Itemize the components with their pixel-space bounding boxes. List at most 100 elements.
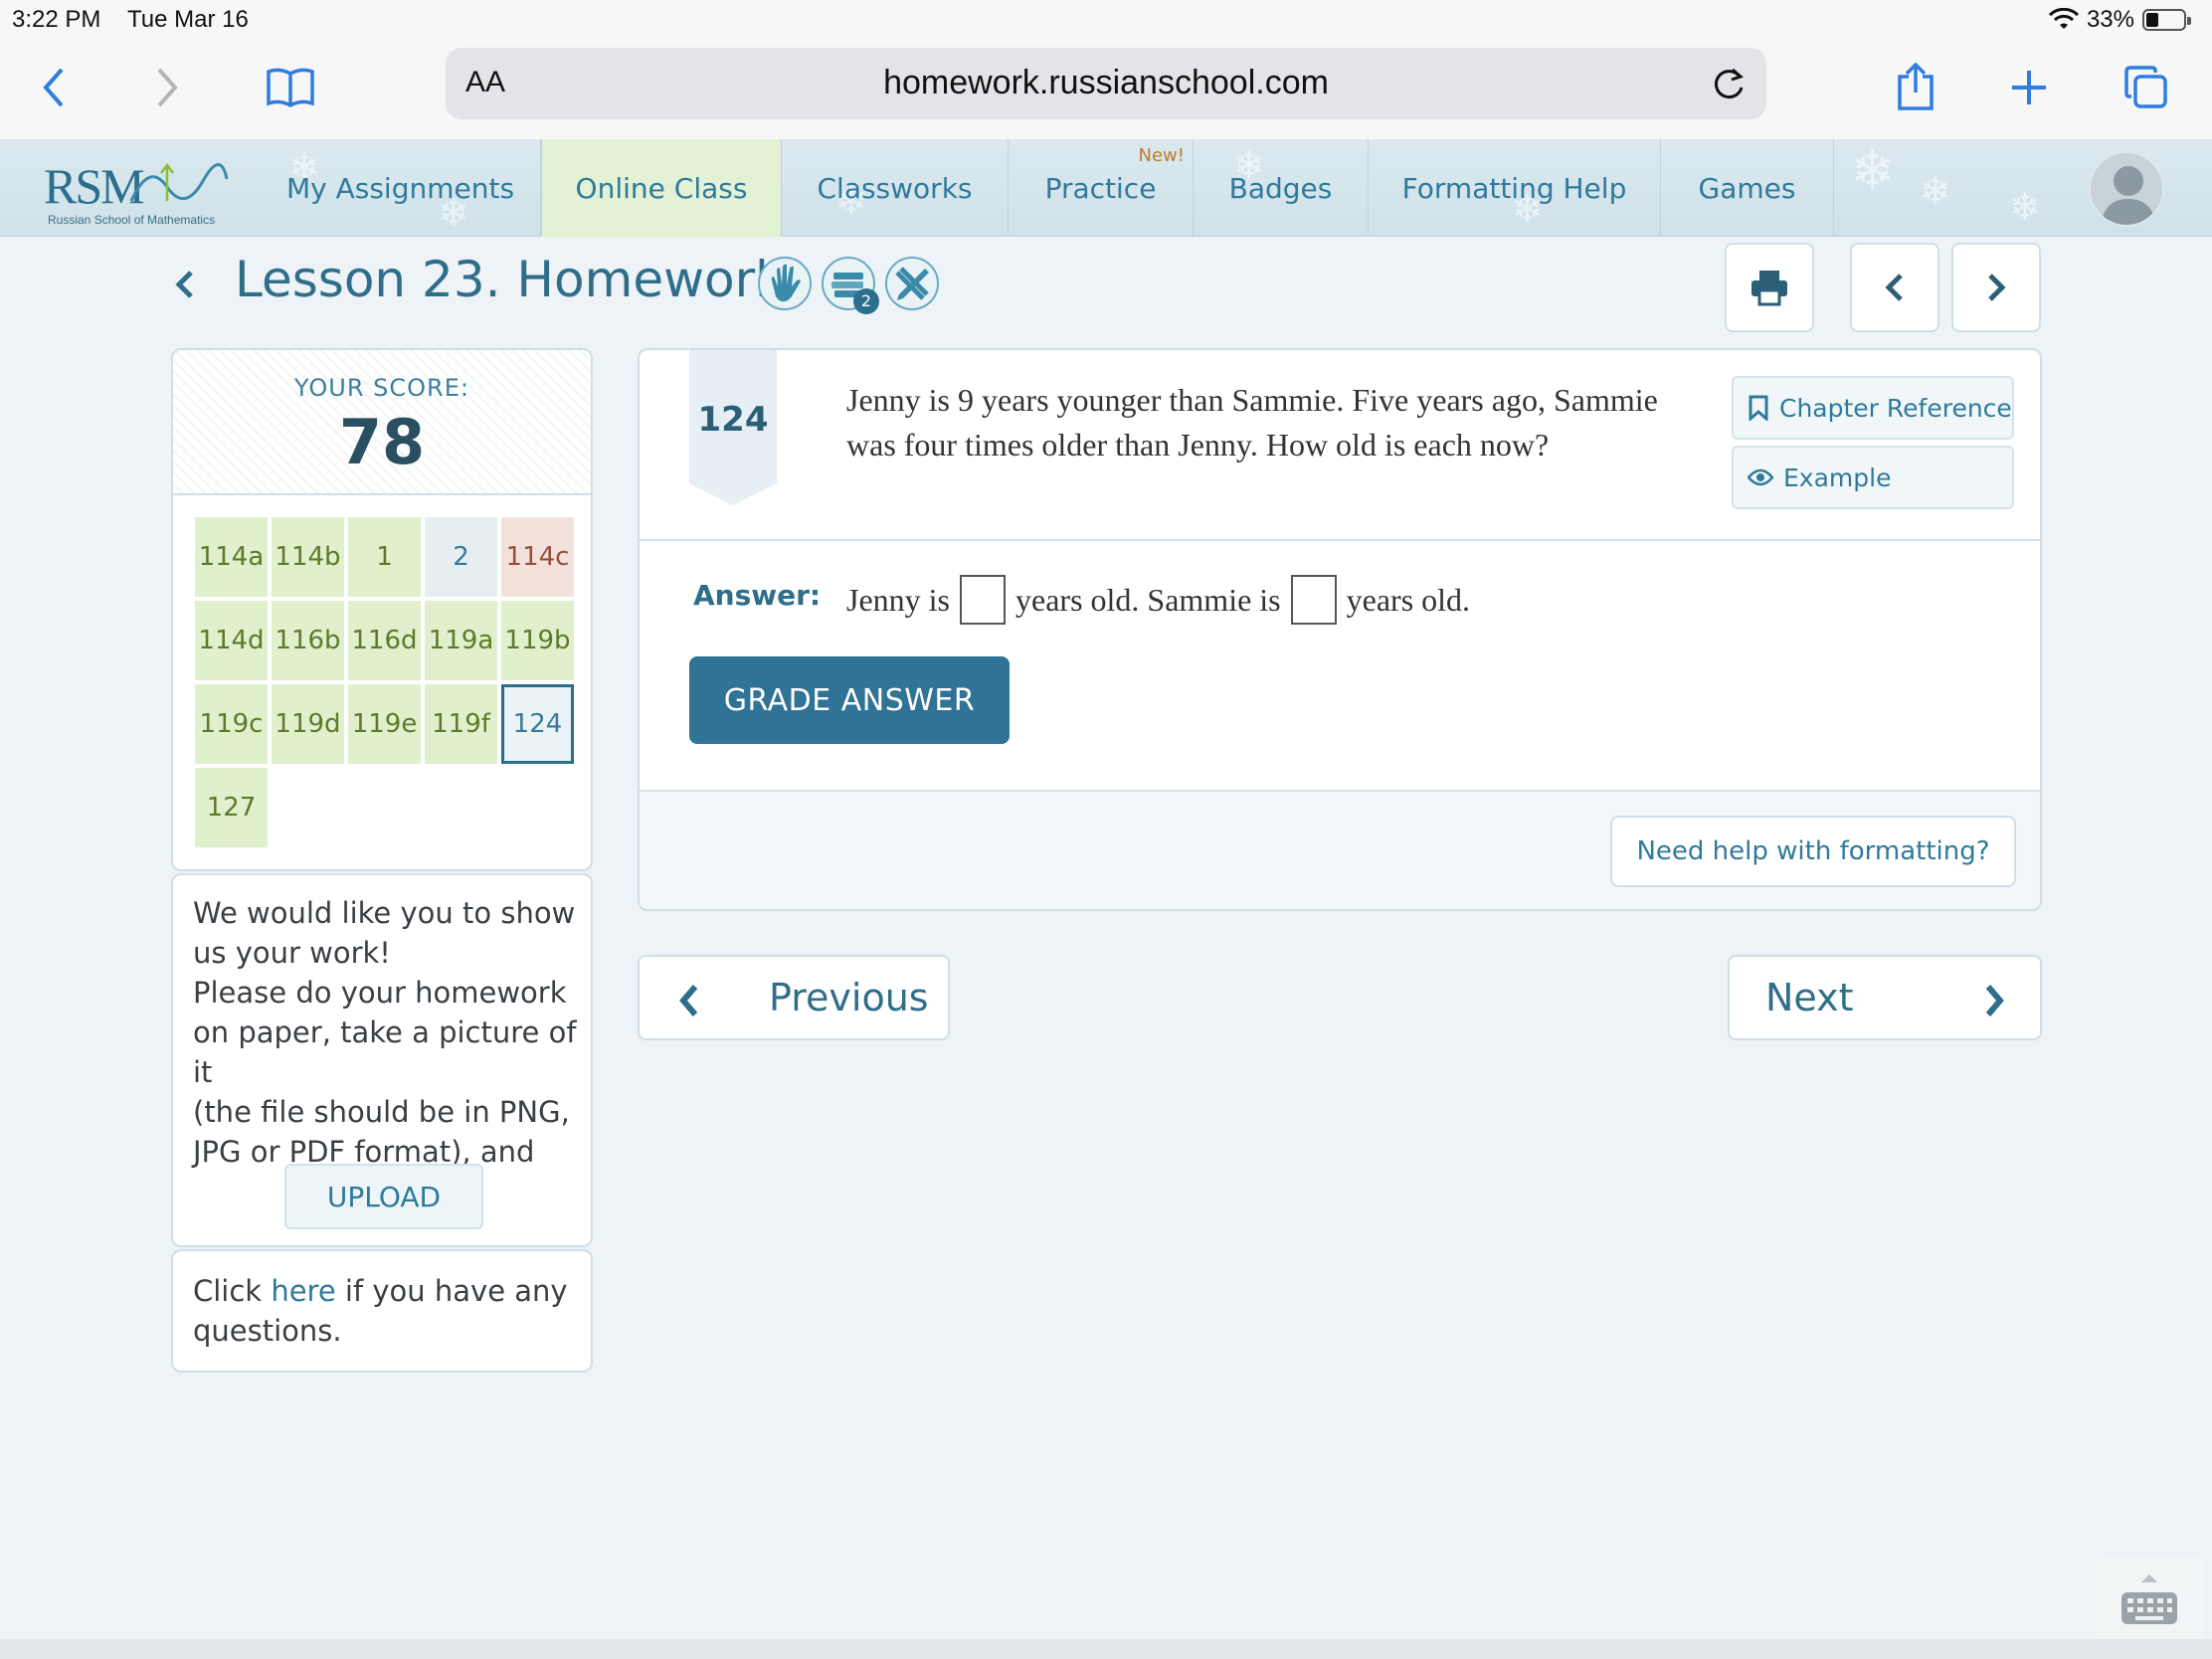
chapter-reference-button[interactable]: Chapter Reference (1732, 376, 2014, 440)
formatting-help-button[interactable]: Need help with formatting? (1610, 816, 2016, 887)
next-label: Next (1765, 976, 1854, 1019)
status-date: Tue Mar 16 (127, 6, 249, 33)
help-card: Click here if you have any questions. (171, 1249, 593, 1373)
problem-text-line: Jenny is 9 years younger than Sammie. Fi… (846, 382, 1658, 418)
upload-text-line: (the file should be in PNG, (193, 1095, 570, 1129)
upload-button[interactable]: UPLOAD (284, 1164, 483, 1229)
new-tab-button[interactable] (1999, 58, 2059, 117)
tools-icon[interactable] (885, 257, 939, 310)
score-value: 78 (338, 406, 426, 478)
problem-number: 124 (697, 400, 769, 440)
books-icon[interactable]: 2 (822, 257, 879, 314)
print-button[interactable] (1725, 243, 1814, 332)
nav-label: Badges (1228, 171, 1333, 205)
example-button[interactable]: Example (1732, 446, 2014, 509)
problem-text-line: was four times older than Jenny. How old… (846, 427, 1550, 462)
problem-cell[interactable]: 114d (195, 601, 268, 680)
nav-my-assignments[interactable]: My Assignments (261, 139, 541, 237)
hand-icon[interactable] (758, 257, 812, 310)
address-bar[interactable]: AA homework.russianschool.com (446, 48, 1766, 119)
problem-cell[interactable]: 114a (195, 517, 268, 597)
problem-cell[interactable]: 119e (348, 684, 421, 764)
problem-cell[interactable]: 127 (195, 768, 268, 847)
problem-grid: 114a 114b 1 2 114c 114d 116b 116d 119a 119b 119c 11… (195, 517, 577, 847)
problem-cell[interactable]: 114b (272, 517, 344, 597)
upload-text-line: on paper, take a picture of it (193, 1015, 577, 1089)
problem-cell[interactable]: 119b (501, 601, 574, 680)
nav-label: Classworks (817, 171, 973, 205)
problem-cell[interactable]: 116b (272, 601, 344, 680)
grade-answer-button[interactable]: GRADE ANSWER (689, 656, 1010, 744)
tabs-button[interactable] (2117, 58, 2176, 117)
browser-back-button[interactable] (24, 58, 84, 117)
browser-forward-button[interactable] (137, 58, 197, 117)
sammie-age-input[interactable] (1290, 575, 1337, 625)
nav-practice[interactable]: Practice New! (1009, 139, 1194, 237)
nav-formatting-help[interactable]: Formatting Help (1369, 139, 1661, 237)
divider (640, 539, 2040, 541)
nav-label: Online Class (575, 171, 748, 205)
keyboard-icon (2121, 1574, 2177, 1624)
previous-problem-button[interactable] (1850, 243, 1939, 332)
problem-card: 124 Jenny is 9 years younger than Sammie… (638, 348, 2042, 911)
avatar[interactable] (2089, 151, 2164, 227)
new-badge: New! (1138, 145, 1185, 166)
problem-cell[interactable]: 119c (195, 684, 268, 764)
nav-label: Games (1698, 171, 1796, 205)
answer-text: years old. Sammie is (1015, 581, 1281, 618)
nav-games[interactable]: Games (1661, 139, 1834, 237)
problem-cell[interactable]: 116d (348, 601, 421, 680)
plus-icon (2012, 71, 2046, 104)
problem-cell[interactable]: 119d (272, 684, 344, 764)
bookmark-icon (1749, 395, 1768, 421)
status-time: 3:22 PM (12, 6, 101, 33)
chevron-left-icon (43, 68, 64, 107)
problem-cell[interactable]: 114c (501, 517, 574, 597)
nav-label: My Assignments (285, 171, 515, 205)
logo-wave-icon (129, 162, 229, 202)
books-count-badge: 2 (853, 288, 879, 314)
snowflake-icon: ❄ (1850, 139, 1896, 202)
keyboard-button[interactable] (2095, 1556, 2204, 1645)
logo-tagline: Russian School of Mathematics (48, 213, 216, 227)
printer-icon (1751, 271, 1787, 306)
nav-label: Formatting Help (1401, 171, 1627, 205)
battery-percent: 33% (2086, 6, 2134, 33)
help-prefix: Click (193, 1274, 272, 1308)
back-chevron-icon[interactable] (169, 265, 199, 304)
problem-cell[interactable]: 2 (425, 517, 497, 597)
previous-label: Previous (769, 976, 929, 1019)
upload-text-line: us your work! (193, 936, 391, 970)
hand-glyph-icon (771, 264, 801, 302)
chevron-left-icon (1885, 274, 1903, 301)
upload-instructions: We would like you to show us your work! … (193, 893, 581, 1172)
upload-text-line: We would like you to show (193, 896, 576, 930)
problem-cell[interactable]: 119f (425, 684, 497, 764)
nav-badges[interactable]: Badges (1194, 139, 1369, 237)
upload-text-line: Please do your homework (193, 976, 567, 1010)
rsm-logo[interactable]: RSM Russian School of Mathematics (40, 157, 239, 229)
next-button[interactable]: Next (1728, 955, 2042, 1040)
status-right: 33% (2048, 6, 2191, 34)
share-button[interactable] (1886, 58, 1945, 117)
nav-online-class[interactable]: Online Class (541, 139, 782, 237)
jenny-age-input[interactable] (960, 575, 1006, 625)
snowflake-icon: ❄ (1920, 169, 1951, 213)
problem-cell[interactable]: 119a (425, 601, 497, 680)
next-problem-button[interactable] (1951, 243, 2041, 332)
url-host[interactable]: homework.russianschool.com (446, 64, 1766, 102)
problem-cell[interactable]: 1 (348, 517, 421, 597)
previous-button[interactable]: Previous (638, 955, 950, 1040)
user-silhouette-icon (2101, 166, 2156, 225)
help-link[interactable]: here (271, 1274, 335, 1308)
divider (640, 790, 2040, 792)
score-label: YOUR SCORE: (294, 374, 469, 402)
upload-card: We would like you to show us your work! … (171, 873, 593, 1247)
nav-classworks[interactable]: Classworks (782, 139, 1009, 237)
nav-label: Practice (1044, 171, 1157, 205)
chevron-right-icon (1985, 985, 2004, 1016)
bookmarks-button[interactable] (261, 58, 320, 117)
reload-icon[interactable] (1709, 64, 1749, 103)
problem-cell[interactable]: 124 (501, 684, 574, 764)
book-icon (267, 68, 314, 107)
